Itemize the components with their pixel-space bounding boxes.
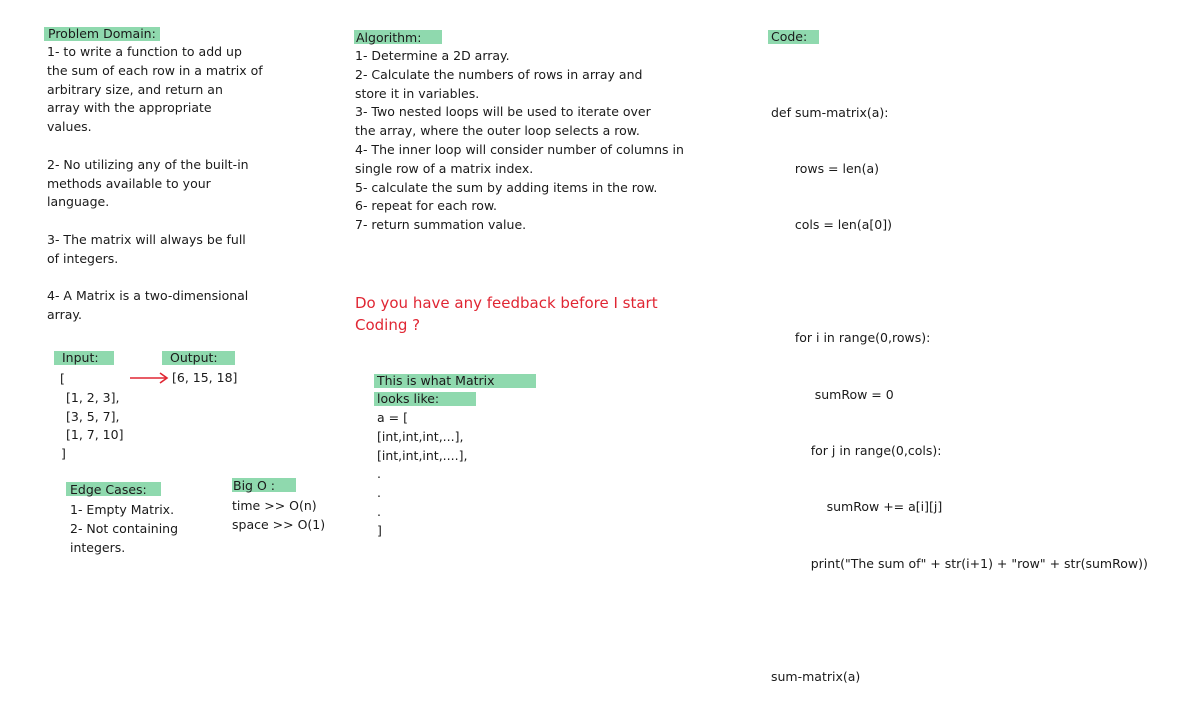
code-line: for i in range(0,rows): xyxy=(771,330,931,346)
problem-line xyxy=(47,137,263,156)
input-line: ] xyxy=(61,446,66,462)
matrix-line: . xyxy=(377,485,381,501)
algorithm-line: 6- repeat for each row. xyxy=(355,198,497,214)
problem-line xyxy=(47,269,263,288)
algorithm-line: 1- Determine a 2D array. xyxy=(355,48,510,63)
algorithm-line: 2- Calculate the numbers of rows in arra… xyxy=(355,66,643,82)
matrix-line: ] xyxy=(377,522,382,538)
output-label: Output: xyxy=(170,350,218,365)
feedback-line: Coding ? xyxy=(355,316,421,334)
algorithm-line: the array, where the outer loop selects … xyxy=(355,123,640,139)
input-line: [1, 7, 10] xyxy=(66,427,124,443)
code-line: rows = len(a) xyxy=(771,160,880,176)
feedback-question: Do you have any feedback before I start … xyxy=(355,292,658,336)
matrix-line: [int,int,int,....], xyxy=(377,447,468,463)
output-value: [6, 15, 18] xyxy=(172,370,238,385)
problem-line: methods available to your xyxy=(47,175,211,191)
algorithm-line: 7- return summation value. xyxy=(355,217,527,233)
input-label: Input: xyxy=(62,350,99,365)
edge-line: integers. xyxy=(70,539,126,555)
bigo-heading: Big O : xyxy=(233,478,275,493)
problem-line: array with the appropriate xyxy=(47,100,212,116)
algorithm-line: store it in variables. xyxy=(355,85,480,101)
input-line: [1, 2, 3], xyxy=(66,389,120,405)
problem-line: array. xyxy=(47,307,82,323)
input-line: [ xyxy=(60,371,65,386)
code-line: print("The sum of" + str(i+1) + "row" + … xyxy=(771,555,1148,571)
code-line: sum-matrix(a) xyxy=(771,668,861,684)
code-line: def sum-matrix(a): xyxy=(771,104,889,120)
algorithm-line: single row of a matrix index. xyxy=(355,160,534,176)
edge-line: 1- Empty Matrix. xyxy=(70,502,175,517)
edge-line: 2- Not containing xyxy=(70,520,179,536)
algorithm-text: 1- Determine a 2D array. 2- Calculate th… xyxy=(355,47,684,235)
code-line: for j in range(0,cols): xyxy=(771,442,942,458)
bigo-line: space >> O(1) xyxy=(232,516,326,532)
matrix-line: . xyxy=(377,503,381,519)
code-block: def sum-matrix(a): rows = len(a) cols = … xyxy=(771,66,1148,705)
problem-line: arbitrary size, and return an xyxy=(47,81,223,97)
algorithm-line: 5- calculate the sum by adding items in … xyxy=(355,179,658,195)
algorithm-heading: Algorithm: xyxy=(356,30,422,45)
arrow-icon xyxy=(130,372,169,384)
matrix-line: [int,int,int,...], xyxy=(377,428,464,444)
problem-line: 4- A Matrix is a two-dimensional xyxy=(47,288,249,304)
bigo-line: time >> O(n) xyxy=(232,498,317,513)
input-text: [ [1, 2, 3], [3, 5, 7], [1, 7, 10] ] xyxy=(60,370,123,464)
code-line: sumRow += a[i][j] xyxy=(771,499,943,515)
problem-line: language. xyxy=(47,194,110,210)
bigo-text: time >> O(n) space >> O(1) xyxy=(232,497,325,535)
problem-line: 1- to write a function to add up xyxy=(47,44,242,59)
edge-text: 1- Empty Matrix. 2- Not containing integ… xyxy=(70,501,178,557)
problem-line: 3- The matrix will always be full xyxy=(47,231,246,247)
problem-line xyxy=(47,212,263,231)
matrix-heading-line2: looks like: xyxy=(377,391,440,406)
matrix-heading-line1: This is what Matrix xyxy=(377,373,495,388)
matrix-line: a = [ xyxy=(377,410,408,425)
problem-text: 1- to write a function to add up the sum… xyxy=(47,43,263,325)
problem-line: values. xyxy=(47,119,92,135)
problem-line: of integers. xyxy=(47,250,119,266)
problem-line: the sum of each row in a matrix of xyxy=(47,62,263,78)
problem-heading: Problem Domain: xyxy=(48,26,156,41)
algorithm-line: 4- The inner loop will consider number o… xyxy=(355,141,684,157)
code-heading: Code: xyxy=(771,29,808,44)
edge-heading: Edge Cases: xyxy=(70,482,147,497)
input-line: [3, 5, 7], xyxy=(66,408,120,424)
matrix-line: . xyxy=(377,466,381,482)
code-line: cols = len(a[0]) xyxy=(771,217,892,233)
feedback-line: Do you have any feedback before I start xyxy=(355,294,658,312)
problem-line: 2- No utilizing any of the built-in xyxy=(47,156,249,172)
matrix-text: a = [ [int,int,int,...], [int,int,int,..… xyxy=(377,409,467,541)
code-line: sumRow = 0 xyxy=(771,386,894,402)
algorithm-line: 3- Two nested loops will be used to iter… xyxy=(355,104,651,120)
